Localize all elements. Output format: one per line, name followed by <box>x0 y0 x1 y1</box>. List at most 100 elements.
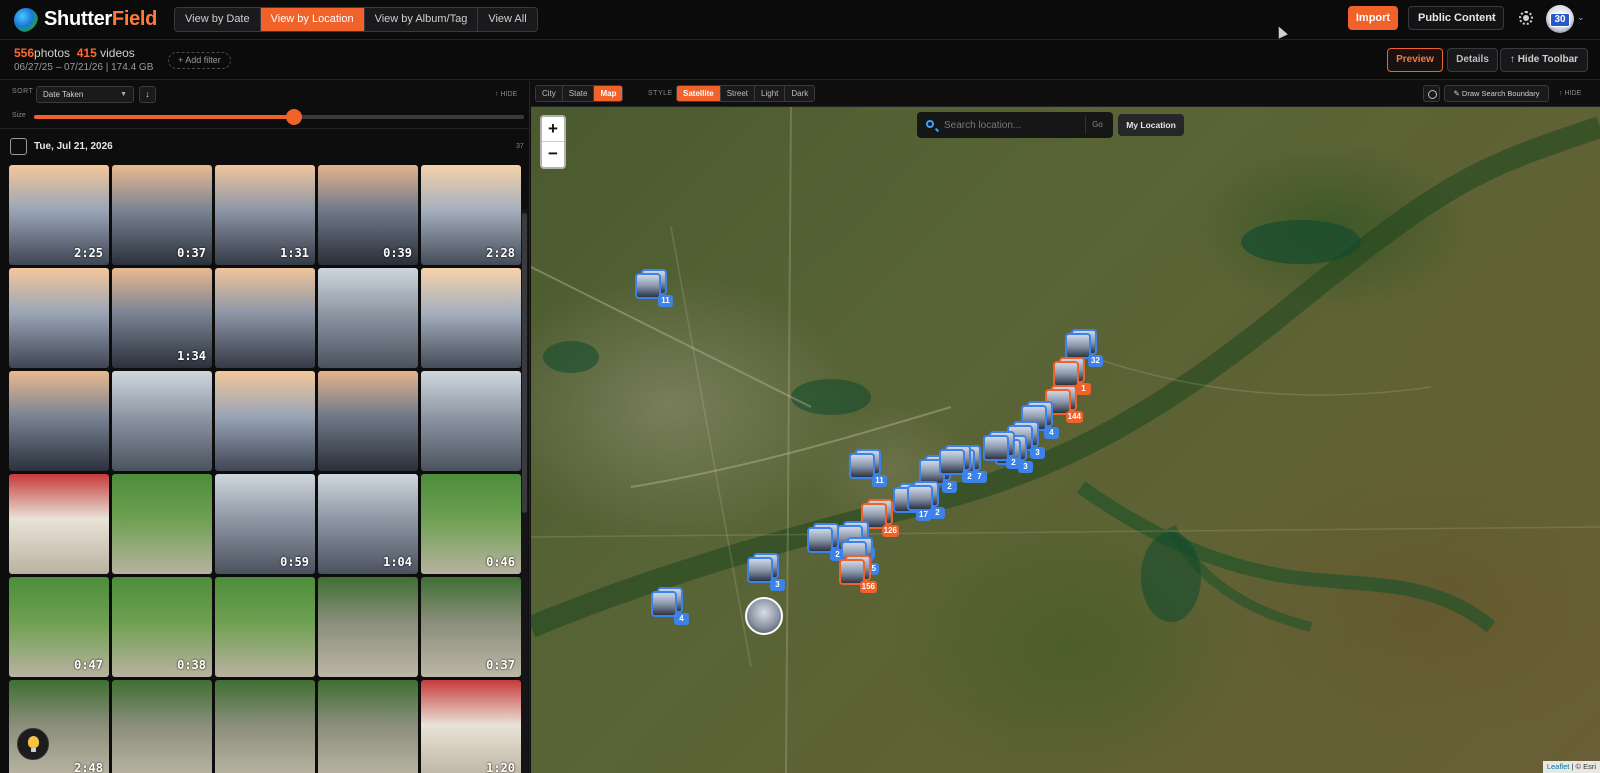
tab-light[interactable]: Light <box>755 86 786 101</box>
map-view[interactable]: + − Go My Location 113211444332722111721… <box>531 107 1600 773</box>
media-thumbnail[interactable]: 1:34 <box>112 268 212 368</box>
video-duration: 1:04 <box>383 555 412 569</box>
avatar-chevron-down-icon[interactable]: ⌄ <box>1577 12 1585 23</box>
photo-cluster-marker[interactable]: 11 <box>849 449 887 487</box>
details-button[interactable]: Details <box>1447 48 1498 72</box>
avatar-badge: 30 <box>1550 13 1570 27</box>
cluster-count-badge: 2 <box>930 507 945 519</box>
preview-button[interactable]: Preview <box>1387 48 1443 72</box>
scrollbar-thumb[interactable] <box>522 213 527 513</box>
leaflet-link[interactable]: Leaflet <box>1547 762 1570 771</box>
media-thumbnail[interactable]: 2:28 <box>421 165 521 265</box>
media-thumbnail[interactable] <box>318 268 418 368</box>
tab-street[interactable]: Street <box>720 86 756 101</box>
size-slider-fill <box>34 115 294 119</box>
media-thumbnail[interactable] <box>9 268 109 368</box>
media-thumbnail[interactable] <box>112 371 212 471</box>
tab-satellite[interactable]: Satellite <box>677 86 721 101</box>
app-logo[interactable]: ShutterField <box>14 7 164 32</box>
cluster-count-badge: 126 <box>881 525 899 537</box>
scrollbar[interactable] <box>521 209 528 773</box>
photo-cluster-marker[interactable]: 3 <box>747 553 785 591</box>
size-slider-handle[interactable] <box>285 109 302 125</box>
theme-toggle-sun-icon[interactable] <box>1519 11 1533 25</box>
media-thumbnail[interactable] <box>421 268 521 368</box>
media-thumbnail[interactable] <box>112 680 212 773</box>
add-filter-button[interactable]: + Add filter <box>168 52 231 69</box>
map-attribution: Leaflet | © Esri <box>1542 761 1600 773</box>
draw-search-boundary-button[interactable]: ✎ Draw Search Boundary <box>1444 85 1549 102</box>
cluster-count-badge: 32 <box>1088 355 1103 367</box>
tab-city[interactable]: City <box>536 86 563 101</box>
media-thumbnail[interactable] <box>112 474 212 574</box>
size-label: Size <box>12 112 26 119</box>
photo-cluster-marker[interactable]: 2 <box>907 481 945 519</box>
media-thumbnail[interactable] <box>318 680 418 773</box>
media-thumbnail[interactable]: 0:39 <box>318 165 418 265</box>
photos-label: photos <box>34 46 71 60</box>
media-thumbnail[interactable] <box>318 371 418 471</box>
media-thumbnail[interactable]: 2:48 <box>9 680 109 773</box>
go-button[interactable]: Go <box>1085 116 1109 134</box>
media-thumbnail[interactable] <box>318 577 418 677</box>
tab-view-by-album-tag[interactable]: View by Album/Tag <box>364 8 479 31</box>
media-thumbnail[interactable]: 2:25 <box>9 165 109 265</box>
media-thumbnail[interactable]: 0:59 <box>215 474 315 574</box>
stats-bar: 556photos 415 videos 06/27/25 – 07/21/26… <box>0 40 1600 80</box>
media-thumbnail[interactable] <box>9 474 109 574</box>
media-thumbnail[interactable] <box>215 577 315 677</box>
locate-target-icon[interactable] <box>1423 85 1440 102</box>
media-thumbnail[interactable]: 1:04 <box>318 474 418 574</box>
media-thumbnail[interactable] <box>215 371 315 471</box>
photo-cluster-marker[interactable]: 2 <box>807 523 845 561</box>
tab-map[interactable]: Map <box>594 86 623 101</box>
photo-cluster-marker[interactable]: 11 <box>635 269 673 307</box>
photo-cluster-marker[interactable]: 4 <box>651 587 689 625</box>
media-thumbnail[interactable]: 1:20 <box>421 680 521 773</box>
media-thumbnail[interactable]: 0:37 <box>112 165 212 265</box>
content-filter-select[interactable]: Public Content ⌄ <box>1408 6 1504 30</box>
photo-cluster-marker[interactable]: 2 <box>939 445 977 483</box>
media-thumbnail[interactable] <box>421 371 521 471</box>
search-location-input[interactable] <box>944 116 1082 134</box>
photo-cluster-marker[interactable]: 2 <box>983 431 1021 469</box>
hide-toolbar-button[interactable]: ↑ Hide Toolbar <box>1500 48 1588 72</box>
video-duration: 2:25 <box>74 246 103 260</box>
tab-view-by-location[interactable]: View by Location <box>260 8 365 31</box>
media-thumbnail[interactable]: 1:31 <box>215 165 315 265</box>
size-slider[interactable] <box>34 109 524 125</box>
tab-view-all[interactable]: View All <box>478 8 537 31</box>
date-group-title: Tue, Jul 21, 2026 <box>34 141 113 152</box>
tab-view-by-date[interactable]: View by Date <box>175 8 261 31</box>
hide-map-toolbar-button[interactable]: ↑ HIDE <box>1559 90 1581 97</box>
cluster-count-badge: 2 <box>962 471 977 483</box>
tab-state[interactable]: State <box>562 86 595 101</box>
photo-cluster-marker[interactable]: 156 <box>839 555 877 593</box>
sort-select[interactable]: Date Taken ▼ <box>36 86 134 103</box>
sort-direction-button[interactable]: ↓ <box>139 86 156 103</box>
media-thumbnail[interactable] <box>9 371 109 471</box>
divider <box>0 128 529 129</box>
zoom-in-button[interactable]: + <box>542 117 564 142</box>
search-icon <box>926 120 934 128</box>
zoom-out-button[interactable]: − <box>542 142 564 167</box>
style-label: STYLE <box>648 90 673 97</box>
select-group-checkbox[interactable] <box>10 138 27 155</box>
media-thumbnail[interactable] <box>215 680 315 773</box>
cluster-count-badge: 3 <box>770 579 785 591</box>
media-thumbnail[interactable]: 0:37 <box>421 577 521 677</box>
import-button[interactable]: Import <box>1348 6 1398 30</box>
current-location-marker[interactable] <box>745 597 783 635</box>
location-search: Go <box>917 112 1113 138</box>
media-thumbnail[interactable] <box>215 268 315 368</box>
hide-sort-button[interactable]: ↑ HIDE <box>495 91 517 98</box>
tab-dark[interactable]: Dark <box>785 86 815 101</box>
media-thumbnail[interactable]: 0:38 <box>112 577 212 677</box>
my-location-button[interactable]: My Location <box>1118 114 1184 136</box>
media-thumbnail[interactable]: 0:47 <box>9 577 109 677</box>
sort-value: Date Taken <box>43 90 84 99</box>
tips-lightbulb-icon[interactable] <box>17 728 49 760</box>
user-avatar[interactable]: 30 <box>1546 5 1574 33</box>
media-thumbnail[interactable]: 0:46 <box>421 474 521 574</box>
chevron-down-icon: ⌄ <box>1486 12 1495 23</box>
